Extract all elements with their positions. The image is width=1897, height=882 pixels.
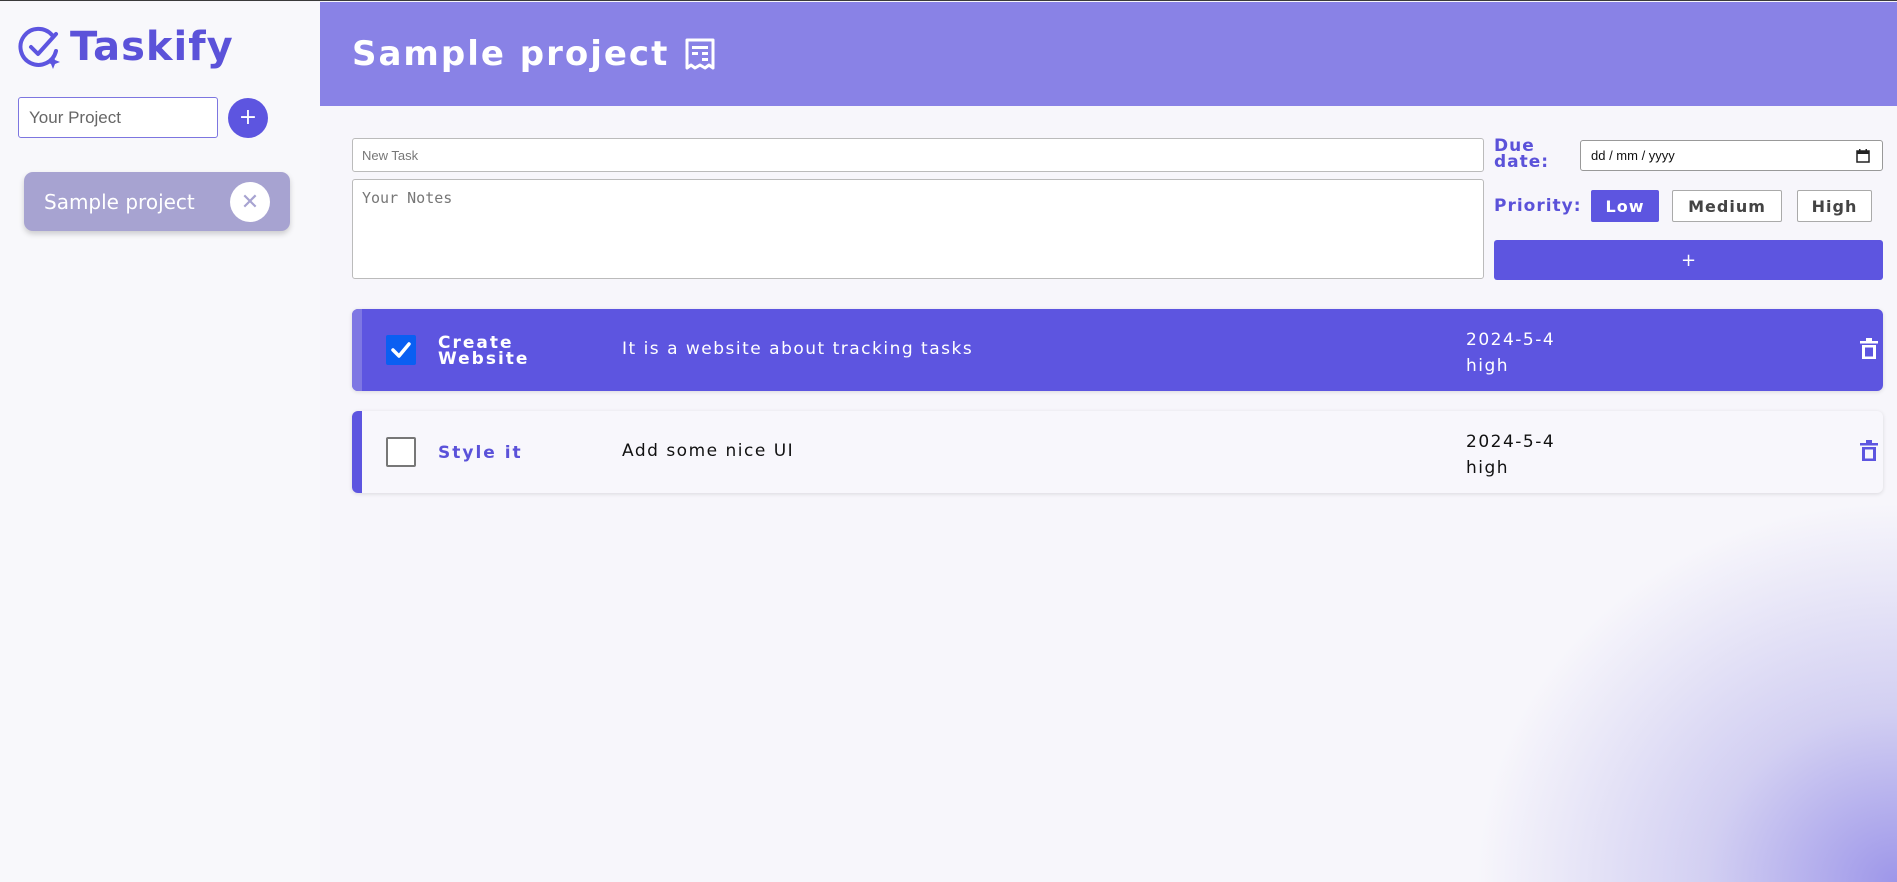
close-icon: ✕ xyxy=(240,189,260,215)
task-notes: Add some nice UI xyxy=(622,441,795,461)
priority-medium-button[interactable]: Medium xyxy=(1672,190,1782,222)
due-date-label: Due date: xyxy=(1494,136,1550,172)
app-logo: Taskify xyxy=(18,24,234,70)
project-name-input[interactable] xyxy=(18,97,218,138)
task-meta: 2024-5-4 high xyxy=(1466,327,1555,379)
project-item-label: Sample project xyxy=(44,189,195,214)
new-task-input[interactable] xyxy=(352,138,1484,172)
task-due-date: 2024-5-4 xyxy=(1466,330,1556,350)
task-stripe xyxy=(352,411,362,493)
check-sparkle-icon xyxy=(18,26,60,69)
task-checkbox[interactable] xyxy=(386,437,416,467)
main-content: Sample project Due date: dd / mm / yyyy … xyxy=(320,2,1897,882)
app-name: Taskify xyxy=(70,24,234,70)
priority-label: Priority: xyxy=(1494,196,1582,216)
task-due-date: 2024-5-4 xyxy=(1466,432,1556,452)
task-stripe xyxy=(352,309,362,391)
add-task-button[interactable]: + xyxy=(1494,240,1883,280)
project-header: Sample project xyxy=(320,2,1897,106)
sidebar: Taskify + Sample project ✕ xyxy=(0,2,320,882)
priority-low-button[interactable]: Low xyxy=(1591,190,1659,222)
task-checkbox[interactable] xyxy=(386,335,416,365)
project-item[interactable]: Sample project ✕ xyxy=(24,172,290,231)
page-title: Sample project xyxy=(352,34,670,74)
priority-high-button[interactable]: High xyxy=(1797,190,1872,222)
trash-icon[interactable] xyxy=(1860,440,1878,462)
add-project-button[interactable]: + xyxy=(228,98,268,138)
remove-project-button[interactable]: ✕ xyxy=(230,182,270,222)
task-priority: high xyxy=(1466,458,1510,478)
task-notes-input[interactable] xyxy=(352,179,1484,279)
calendar-icon[interactable] xyxy=(1856,149,1870,163)
checkmark-icon xyxy=(391,342,411,358)
task-item: Style it Add some nice UI 2024-5-4 high xyxy=(352,411,1883,493)
task-title: Create Website xyxy=(438,333,530,369)
task-title: Style it xyxy=(438,443,523,463)
task-priority: high xyxy=(1466,356,1510,376)
task-meta: 2024-5-4 high xyxy=(1466,429,1555,481)
due-date-input[interactable]: dd / mm / yyyy xyxy=(1580,140,1883,171)
receipt-icon xyxy=(685,38,715,70)
task-item: Create Website It is a website about tra… xyxy=(352,309,1883,391)
task-notes: It is a website about tracking tasks xyxy=(622,339,974,359)
date-placeholder: dd / mm / yyyy xyxy=(1591,148,1675,163)
trash-icon[interactable] xyxy=(1860,338,1878,360)
